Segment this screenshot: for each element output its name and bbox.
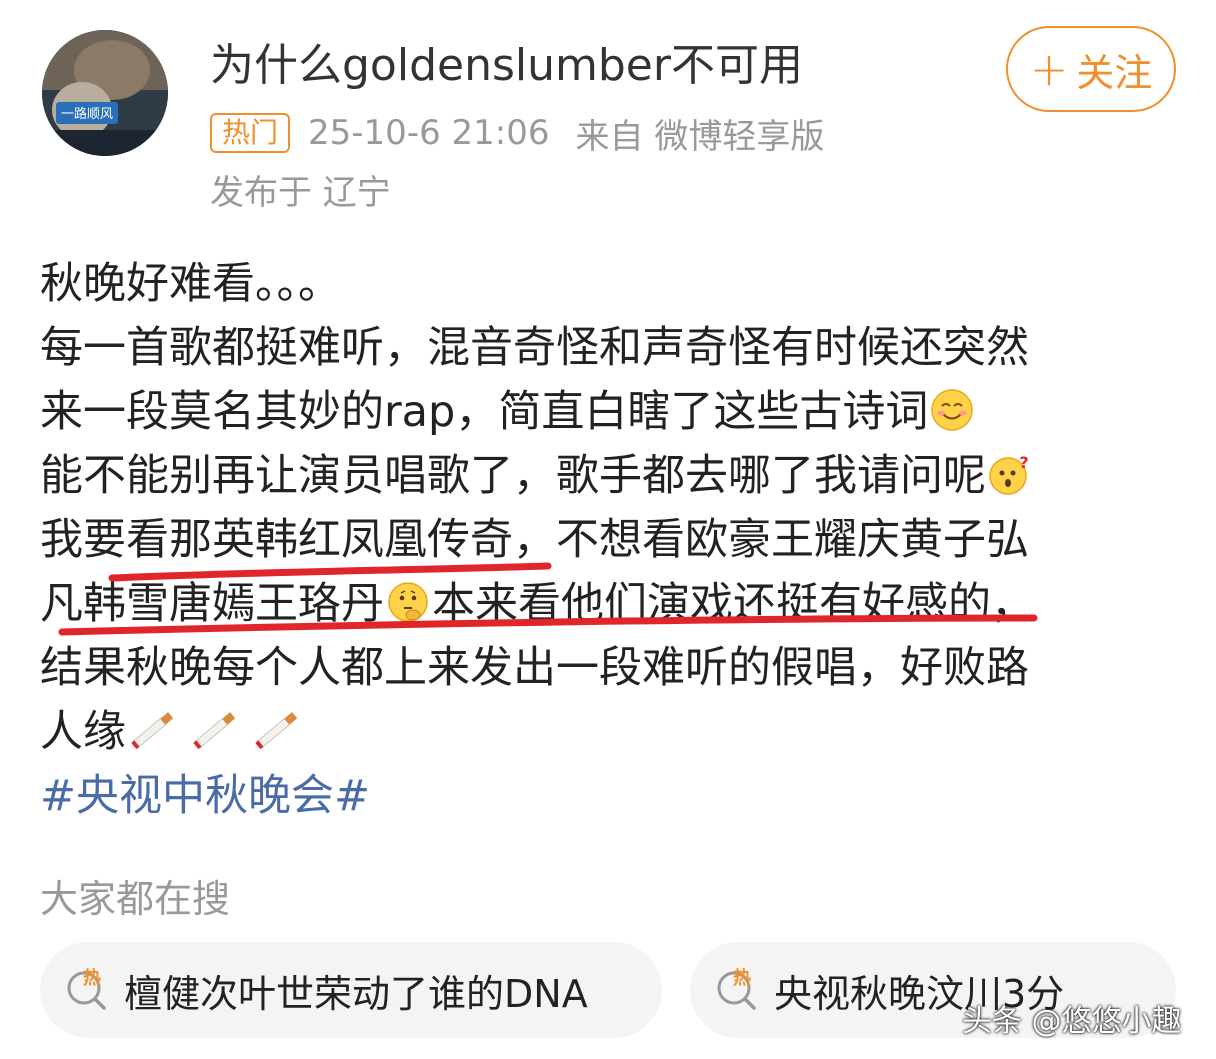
avatar-text: 一路顺风 xyxy=(61,106,113,122)
post-line-text: 人缘 xyxy=(40,707,126,757)
post-line-text: 能不能别再让演员唱歌了，歌手都去哪了我请问呢 xyxy=(40,451,986,501)
hot-search-label: 檀健次叶世荣动了谁的DNA xyxy=(124,971,588,1016)
post-line: 来一段莫名其妙的rap，简直白瞎了这些古诗词 xyxy=(40,380,1180,444)
follow-button[interactable]: + 关注 xyxy=(1006,26,1176,112)
hot-icon-label: 热 xyxy=(83,967,101,989)
post-line: 能不能别再让演员唱歌了，歌手都去哪了我请问呢 ? xyxy=(40,444,1180,508)
post-line-text: 凡韩雪唐嫣王珞丹 xyxy=(40,579,384,629)
hot-icon-label: 热 xyxy=(733,967,751,989)
post-time: 25-10-6 21:06 xyxy=(308,113,550,153)
username[interactable]: 为什么goldenslumber不可用 xyxy=(210,38,803,94)
hashtag-link[interactable]: #央视中秋晚会# xyxy=(40,764,1180,828)
post-line: 结果秋晚每个人都上来发出一段难听的假唱，好败路 xyxy=(40,643,1029,693)
avatar-image: 一路顺风 xyxy=(42,30,168,156)
search-section-title: 大家都在搜 xyxy=(40,877,231,921)
thinking-emoji-icon xyxy=(388,582,428,622)
cigarette-icon xyxy=(131,712,174,750)
follow-label: 关注 xyxy=(1076,50,1153,95)
hot-badge: 热门 xyxy=(210,113,291,153)
confused-emoji-icon: ? xyxy=(989,453,1029,495)
watermark: 头条 @悠悠小趣 xyxy=(962,1004,1182,1039)
hot-search-icon: 热 xyxy=(67,967,106,1010)
post-line: 秋晚好难看。。。 xyxy=(40,259,341,309)
post-line: 每一首歌都挺难听，混音奇怪和声奇怪有时候还突然 xyxy=(40,323,1029,373)
avatar[interactable]: 一路顺风 xyxy=(42,30,168,156)
post-body: 秋晚好难看。。。 每一首歌都挺难听，混音奇怪和声奇怪有时候还突然 来一段莫名其妙… xyxy=(40,252,1180,828)
cigarette-icon xyxy=(193,712,236,750)
post-line: 人缘 xyxy=(40,700,1180,764)
hot-search-icon: 热 xyxy=(717,967,756,1010)
post-location: 发布于 辽宁 xyxy=(210,173,391,213)
cigarette-icon xyxy=(255,712,298,750)
post-line: 我要看那英韩红凤凰传奇，不想看欧豪王耀庆黄子弘 xyxy=(40,515,1029,565)
post-line: 凡韩雪唐嫣王珞丹 本来看他们演戏还挺有好感的， xyxy=(40,572,1180,636)
post-meta: 热门 25-10-6 21:06 来自 微博轻享版 xyxy=(210,110,825,157)
smile-emoji-icon xyxy=(931,389,974,431)
post-source: 来自 微博轻享版 xyxy=(575,116,825,157)
post-line-text: 本来看他们演戏还挺有好感的， xyxy=(432,579,1034,629)
plus-icon: + xyxy=(1029,42,1069,96)
svg-text:?: ? xyxy=(1019,453,1028,472)
hot-search-item[interactable]: 热 檀健次叶世荣动了谁的DNA xyxy=(40,942,662,1038)
post-line-text: 来一段莫名其妙的rap，简直白瞎了这些古诗词 xyxy=(40,387,929,437)
